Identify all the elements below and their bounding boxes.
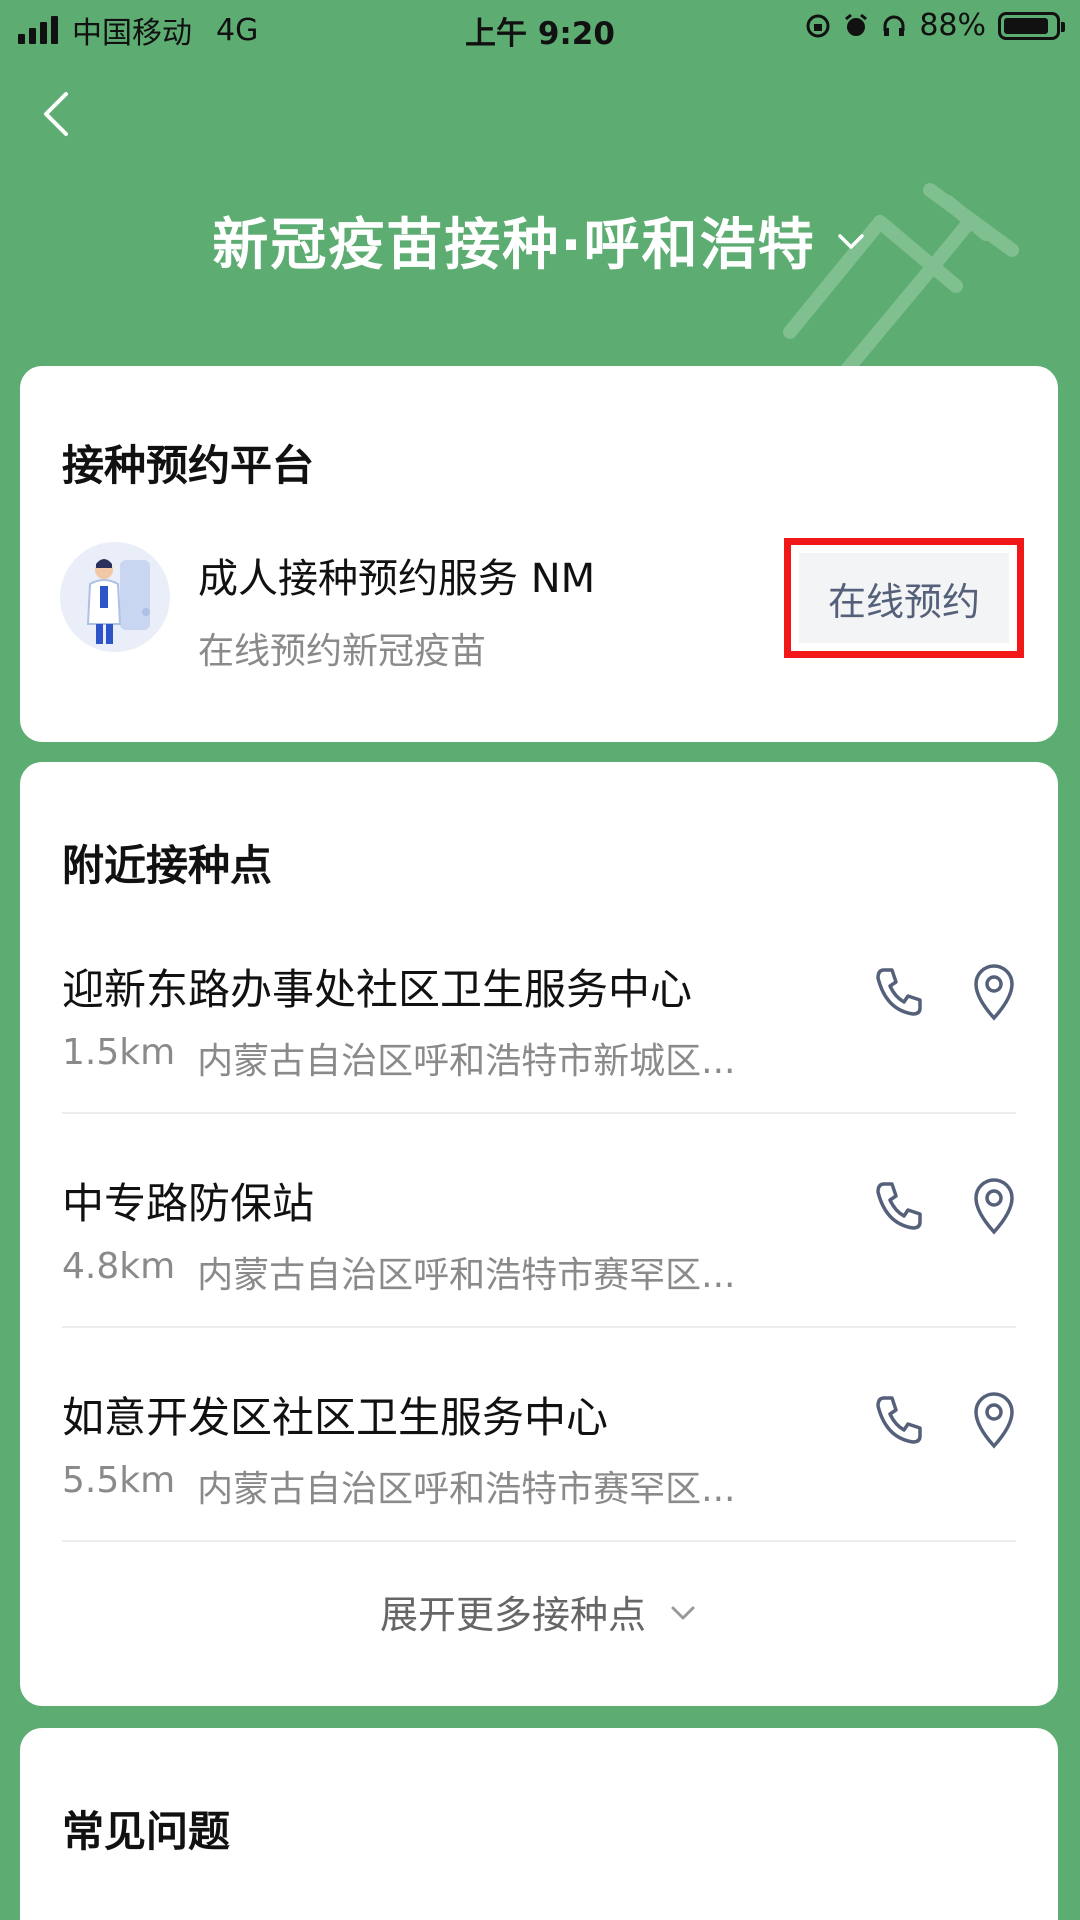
- online-booking-label: 在线预约: [799, 553, 1009, 643]
- site-name: 如意开发区社区卫生服务中心: [62, 1393, 609, 1442]
- service-desc: 在线预约新冠疫苗: [198, 631, 487, 672]
- site-distance: 5.5km: [62, 1460, 176, 1501]
- expand-more-button[interactable]: 展开更多接种点: [20, 1584, 1058, 1639]
- service-name[interactable]: 成人接种预约服务 NM: [198, 546, 595, 604]
- divider: [62, 1112, 1016, 1114]
- list-item[interactable]: 如意开发区社区卫生服务中心 5.5km 内蒙古自治区呼和浩特市赛罕区...: [62, 1340, 1016, 1554]
- list-item[interactable]: 迎新东路办事处社区卫生服务中心 1.5km 内蒙古自治区呼和浩特市新城区...: [62, 912, 1016, 1126]
- location-pin-icon[interactable]: [970, 962, 1018, 1022]
- chevron-down-icon: [837, 233, 864, 249]
- faq-section-title: 常见问题: [62, 1807, 231, 1856]
- headphones-icon: [883, 15, 905, 36]
- status-bar: 中国移动 4G 上午 9:20 88%: [0, 0, 1080, 54]
- site-distance: 4.8km: [62, 1246, 176, 1287]
- booking-card: 接种预约平台 成人接种预约服务 NM 在线预约新冠疫苗 在线预约: [20, 366, 1058, 742]
- site-meta: 5.5km 内蒙古自治区呼和浩特市赛罕区...: [62, 1460, 736, 1512]
- nearby-card: 附近接种点 迎新东路办事处社区卫生服务中心 1.5km 内蒙古自治区呼和浩特市新…: [20, 762, 1058, 1706]
- site-address: 内蒙古自治区呼和浩特市新城区...: [197, 1041, 736, 1082]
- site-meta: 1.5km 内蒙古自治区呼和浩特市新城区...: [62, 1032, 736, 1084]
- site-meta: 4.8km 内蒙古自治区呼和浩特市赛罕区...: [62, 1246, 736, 1298]
- page-title[interactable]: 新冠疫苗接种·呼和浩特: [0, 200, 1080, 281]
- nearby-section-title: 附近接种点: [62, 841, 273, 890]
- site-name: 中专路防保站: [62, 1179, 315, 1228]
- online-booking-button[interactable]: 在线预约: [784, 538, 1024, 658]
- location-pin-icon[interactable]: [970, 1176, 1018, 1236]
- site-address: 内蒙古自治区呼和浩特市赛罕区...: [197, 1469, 736, 1510]
- back-arrow-icon[interactable]: [36, 88, 76, 140]
- divider: [62, 1326, 1016, 1328]
- battery-icon: [998, 11, 1065, 40]
- status-right: 88%: [805, 8, 1065, 43]
- rotation-lock-icon: [806, 14, 830, 37]
- site-name: 迎新东路办事处社区卫生服务中心: [62, 965, 693, 1014]
- list-item[interactable]: 中专路防保站 4.8km 内蒙古自治区呼和浩特市赛罕区...: [62, 1126, 1016, 1340]
- chevron-down-icon: [671, 1606, 695, 1619]
- phone-icon[interactable]: [870, 964, 926, 1020]
- page: 中国移动 4G 上午 9:20 88% 新冠疫苗接种·呼和浩特 接种预约平台 成…: [0, 0, 1080, 1920]
- divider: [62, 1540, 1016, 1542]
- location-pin-icon[interactable]: [970, 1390, 1018, 1450]
- booking-section-title: 接种预约平台: [62, 441, 315, 490]
- site-distance: 1.5km: [62, 1032, 176, 1073]
- site-address: 内蒙古自治区呼和浩特市赛罕区...: [197, 1255, 736, 1296]
- page-title-text: 新冠疫苗接种·呼和浩特: [212, 213, 816, 278]
- expand-more-label: 展开更多接种点: [379, 1593, 646, 1637]
- phone-icon[interactable]: [870, 1178, 926, 1234]
- battery-percent: 88%: [919, 8, 986, 43]
- doctor-illustration-icon: [86, 559, 150, 644]
- faq-card: 常见问题: [20, 1728, 1058, 1920]
- doctor-avatar: [60, 542, 170, 652]
- phone-icon[interactable]: [870, 1392, 926, 1448]
- alarm-icon: [845, 13, 868, 36]
